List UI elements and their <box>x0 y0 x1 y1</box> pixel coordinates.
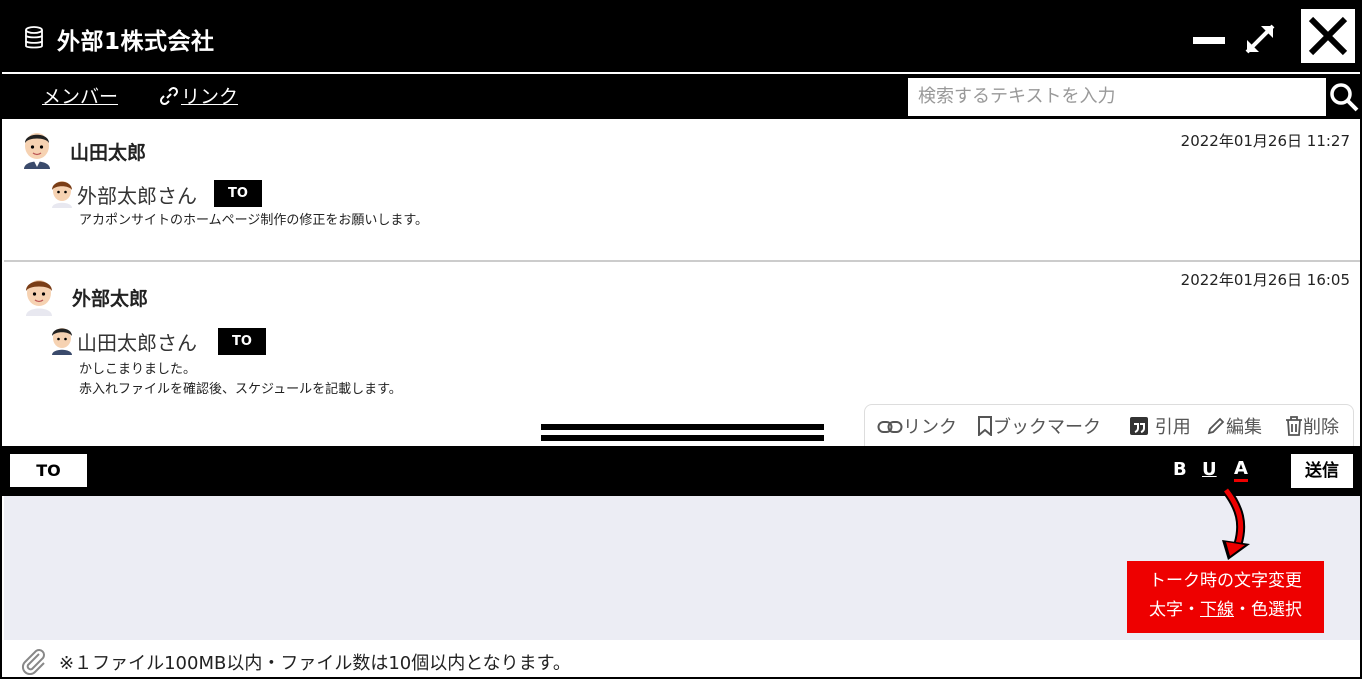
to-badge: TO <box>214 180 262 207</box>
attachment-footer: ※１ファイル100MB以内・ファイル数は10個以内となります。 <box>4 640 1360 677</box>
nav-bar: メンバー リンク 検索するテキストを入力 <box>2 74 1360 119</box>
edit-icon <box>1207 417 1225 435</box>
quote-action-label: 引用 <box>1154 417 1191 438</box>
avatar <box>26 280 52 316</box>
quote-icon <box>1130 417 1148 435</box>
delete-action[interactable]: 削除 <box>1285 413 1339 439</box>
avatar <box>24 133 50 169</box>
text-color-button[interactable]: A <box>1234 459 1248 482</box>
link-icon[interactable] <box>159 86 179 106</box>
edit-action[interactable]: 編集 <box>1206 413 1262 439</box>
message-action-bar: リンク ブックマーク 引用 編集 削除 <box>864 404 1354 446</box>
message-body: アカポンサイトのホームページ制作の修正をお願いします。 <box>79 211 428 231</box>
send-button[interactable]: 送信 <box>1291 454 1353 488</box>
underline-button[interactable]: U <box>1202 459 1217 480</box>
annotation-arrow <box>1222 487 1250 560</box>
close-icon[interactable] <box>1301 9 1355 63</box>
composer-toolbar: TO B U A 送信 <box>2 446 1360 496</box>
resize-handle[interactable] <box>541 424 824 442</box>
sender-name: 外部太郎 <box>72 288 149 310</box>
bookmark-action-label: ブックマーク <box>993 417 1101 438</box>
link-icon <box>877 421 903 433</box>
bold-button[interactable]: B <box>1173 459 1187 480</box>
to-badge: TO <box>218 328 266 355</box>
minimize-button[interactable] <box>1193 37 1225 44</box>
recipient-name: 外部太郎さん <box>77 184 197 208</box>
delete-action-label: 削除 <box>1303 417 1339 438</box>
member-link[interactable]: メンバー <box>42 82 118 109</box>
quote-action[interactable]: 引用 <box>1129 413 1191 439</box>
link-action-label: リンク <box>903 417 957 438</box>
search-input[interactable]: 検索するテキストを入力 <box>908 78 1326 116</box>
recipient-avatar <box>52 328 72 355</box>
expand-icon[interactable] <box>1243 22 1277 56</box>
window-title: 外部1株式会社 <box>57 29 215 55</box>
recipient-avatar <box>52 181 72 208</box>
link-action[interactable]: リンク <box>877 413 957 439</box>
search-icon[interactable] <box>1329 82 1359 112</box>
message-item: 山田太郎 2022年01月26日 11:27 外部太郎さん TO アカポンサイト… <box>4 119 1360 261</box>
to-button[interactable]: TO <box>10 454 87 487</box>
bookmark-icon <box>978 416 992 438</box>
message-timestamp: 2022年01月26日 11:27 <box>1180 132 1350 150</box>
chat-window: 外部1株式会社 メンバー リンク 検索するテキストを入力 山田太郎 2022年0… <box>0 0 1362 679</box>
recipient-name: 山田太郎さん <box>77 331 197 355</box>
database-icon <box>25 26 43 49</box>
annotation-line2: 太字・下線・色選択 <box>1149 600 1302 620</box>
bookmark-action[interactable]: ブックマーク <box>977 413 1101 439</box>
trash-icon <box>1286 416 1302 436</box>
message-body: かしこまりました。 赤入れファイルを確認後、スケジュールを記載します。 <box>79 360 402 400</box>
attachment-note: ※１ファイル100MB以内・ファイル数は10個以内となります。 <box>59 653 571 674</box>
message-line: かしこまりました。 <box>79 362 197 377</box>
annotation-line1: トーク時の文字変更 <box>1149 571 1302 591</box>
annotation-callout: トーク時の文字変更 太字・下線・色選択 <box>1127 561 1324 633</box>
title-bar: 外部1株式会社 <box>2 2 1360 72</box>
message-line: アカポンサイトのホームページ制作の修正をお願いします。 <box>79 213 429 228</box>
message-timestamp: 2022年01月26日 16:05 <box>1180 271 1350 289</box>
sender-name: 山田太郎 <box>70 142 147 164</box>
message-line: 赤入れファイルを確認後、スケジュールを記載します。 <box>79 382 402 397</box>
link-nav-item[interactable]: リンク <box>181 82 238 109</box>
paperclip-icon[interactable] <box>20 647 48 675</box>
edit-action-label: 編集 <box>1226 417 1262 438</box>
